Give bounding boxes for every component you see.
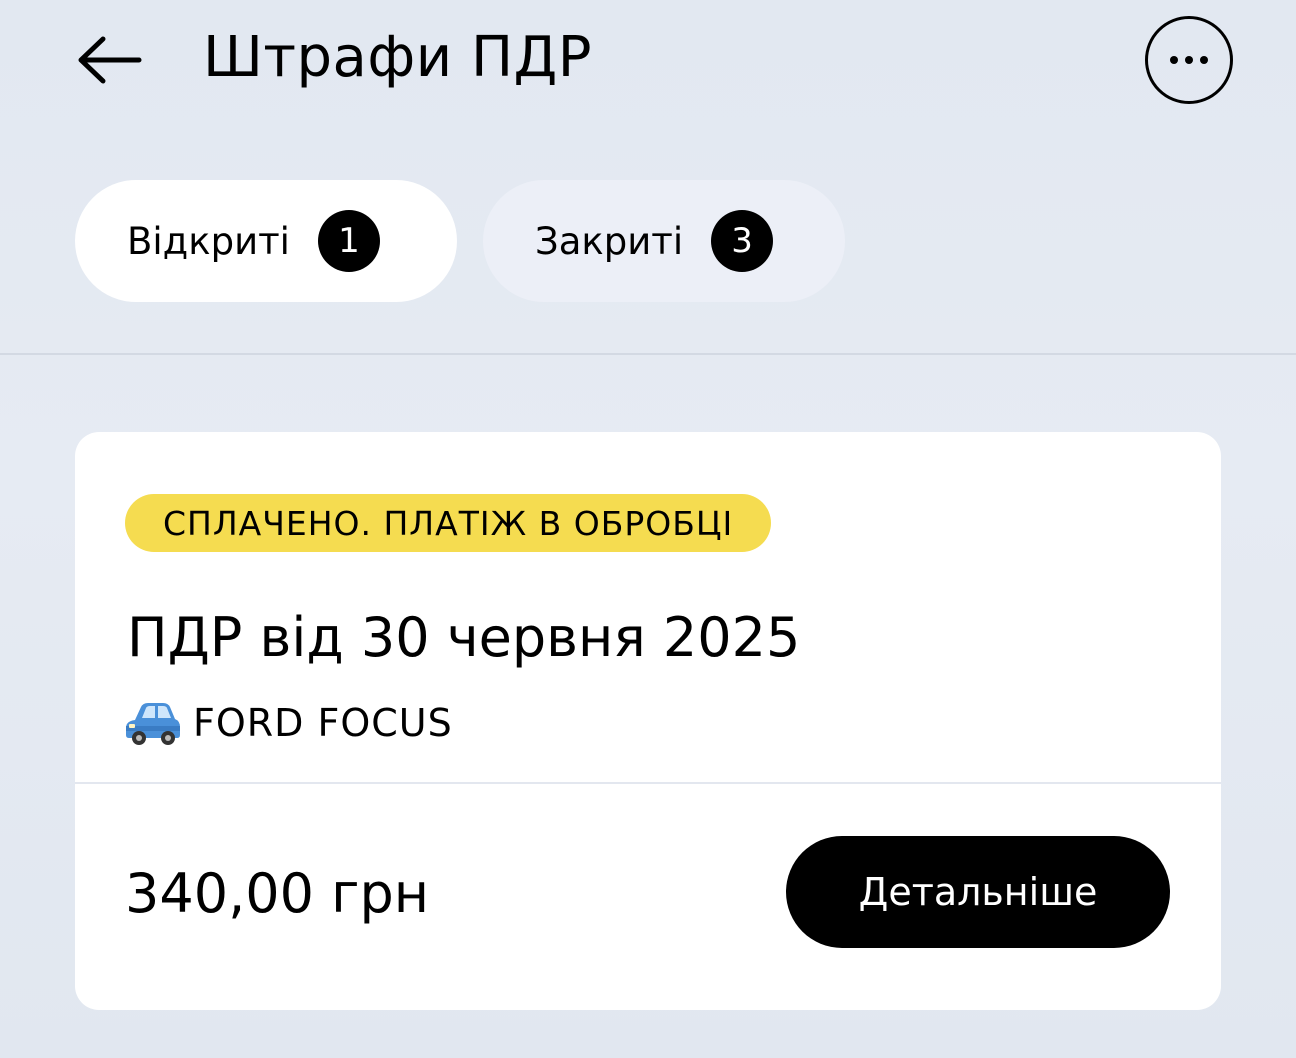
page-title: Штрафи ПДР [203,25,593,90]
vehicle-row: FORD FOCUS [125,696,453,750]
tab-closed-count-badge: 3 [711,210,774,272]
more-options-button[interactable] [1145,16,1233,104]
app-header: Штрафи ПДР [0,0,1296,130]
arrow-left-icon [78,36,142,84]
tab-open-label: Відкриті [127,219,290,263]
fine-card: СПЛАЧЕНО. ПЛАТІЖ В ОБРОБЦІ ПДР від 30 че… [75,432,1221,1010]
more-horizontal-icon-dot [1185,56,1193,64]
header-divider [0,353,1296,355]
fine-amount: 340,00 грн [125,862,430,925]
more-horizontal-icon-dot [1200,56,1208,64]
tab-closed-label: Закриті [535,219,684,263]
card-divider [75,782,1221,784]
tab-open[interactable]: Відкриті 1 [75,180,457,302]
tab-open-count-badge: 1 [317,210,380,272]
status-badge: СПЛАЧЕНО. ПЛАТІЖ В ОБРОБЦІ [125,494,772,552]
back-button[interactable] [70,25,146,95]
details-button[interactable]: Детальніше [786,836,1170,948]
more-horizontal-icon [1170,56,1178,64]
fine-tabs: Відкриті 1 Закриті 3 [75,180,845,302]
car-icon [126,703,180,745]
fine-title: ПДР від 30 червня 2025 [127,606,801,669]
tab-closed[interactable]: Закриті 3 [483,180,845,302]
vehicle-name: FORD FOCUS [193,701,453,745]
